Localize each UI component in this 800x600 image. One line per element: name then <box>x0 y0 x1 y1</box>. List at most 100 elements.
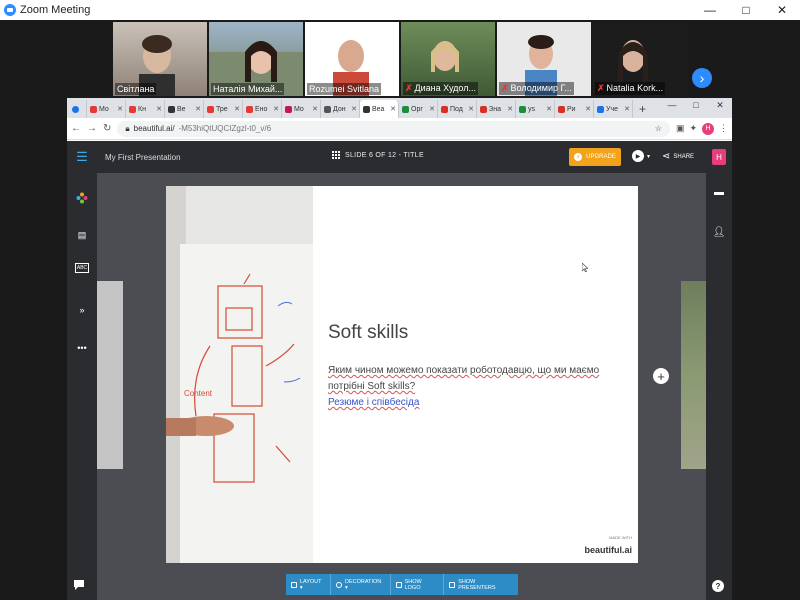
browser-maximize-button[interactable]: □ <box>684 100 708 111</box>
play-button[interactable]: ▶ ▾ <box>632 150 650 162</box>
comment-icon[interactable]: ▬ <box>712 185 726 199</box>
next-participants-button[interactable]: › <box>692 68 712 88</box>
browser-minimize-button[interactable]: — <box>660 100 684 111</box>
tab-close-icon[interactable]: ✕ <box>507 105 513 113</box>
tab-close-icon[interactable]: ✕ <box>546 105 552 113</box>
tab-close-icon[interactable]: ✕ <box>234 105 240 113</box>
text-icon[interactable]: ABC <box>75 263 89 273</box>
maximize-button[interactable]: □ <box>728 0 764 20</box>
participant-tile[interactable]: ✗ Володимир Г... <box>497 22 591 96</box>
muted-mic-icon: ✗ <box>501 83 509 93</box>
participant-tile[interactable]: Світлана <box>113 22 207 96</box>
bolt-icon: ⚡︎ <box>574 153 583 161</box>
layout-icon[interactable]: ▤ <box>75 228 89 242</box>
tab-close-icon[interactable]: ✕ <box>312 105 318 113</box>
browser-tab[interactable]: Мо ✕ <box>87 100 126 118</box>
participant-tile[interactable]: ✗ Natalia Kork... <box>593 22 687 96</box>
tab-close-icon[interactable]: ✕ <box>429 105 435 113</box>
tab-favicon-icon <box>480 105 487 113</box>
chrome-tab-search[interactable] <box>69 100 87 118</box>
slide-text-area: Soft skills Яким чином можемо показати р… <box>328 186 628 563</box>
url-field[interactable]: 🔒︎ beautiful.ai/-M53hiQtUQCIZgzl-t0_v/6 … <box>117 120 670 137</box>
browser-close-button[interactable]: ✕ <box>708 100 732 111</box>
tab-close-icon[interactable]: ✕ <box>195 105 201 113</box>
layout-dropdown[interactable]: LAYOUT ▾ <box>286 574 332 595</box>
upgrade-button[interactable]: ⚡︎ UPGRADE <box>569 148 621 166</box>
new-tab-button[interactable]: + <box>633 100 652 118</box>
add-slide-button[interactable]: + <box>653 368 669 384</box>
help-icon[interactable]: ? <box>712 580 724 592</box>
next-slide-thumbnail[interactable] <box>681 281 706 469</box>
kebab-menu-icon[interactable]: ⋮ <box>719 123 728 134</box>
brand-logo: beautiful.ai <box>584 545 632 555</box>
hamburger-menu-icon[interactable]: ☰ <box>67 141 97 173</box>
tab-close-icon[interactable]: ✕ <box>117 105 123 113</box>
svg-text:Content: Content <box>184 389 213 398</box>
browser-tab[interactable]: ys ✕ <box>516 100 555 118</box>
puzzle-icon[interactable]: ✦ <box>689 123 697 134</box>
tab-label: Ри <box>567 105 576 113</box>
tab-close-icon[interactable]: ✕ <box>351 105 357 113</box>
close-button[interactable]: ✕ <box>764 0 800 20</box>
slide-heading[interactable]: Soft skills <box>328 322 408 344</box>
palette-icon <box>336 581 343 588</box>
zoom-window-controls: — □ ✕ <box>692 0 800 20</box>
more-icon[interactable]: ••• <box>75 341 89 355</box>
slide-indicator[interactable]: SLIDE 6 OF 12 - TITLE <box>332 151 424 159</box>
beautiful-ai-editor: ☰ My First Presentation SLIDE 6 OF 12 - … <box>67 141 732 600</box>
browser-tab[interactable]: Ри ✕ <box>555 100 594 118</box>
browser-tab[interactable]: Зна ✕ <box>477 100 516 118</box>
tab-close-icon[interactable]: ✕ <box>390 105 396 113</box>
tab-favicon-icon <box>90 105 97 113</box>
browser-tab[interactable]: Кн ✕ <box>126 100 165 118</box>
brand-watermark: MADE WITH beautiful.ai <box>584 535 632 558</box>
browser-tab[interactable]: Ено ✕ <box>243 100 282 118</box>
star-icon[interactable]: ☆ <box>655 124 662 133</box>
browser-tab-active[interactable]: Bea ✕ <box>360 100 399 118</box>
chat-icon[interactable] <box>73 579 85 591</box>
previous-slide-thumbnail[interactable] <box>97 281 123 469</box>
participant-tile[interactable]: ✗ Диана Худол... <box>401 22 495 96</box>
fast-forward-icon[interactable]: » <box>75 303 89 317</box>
show-logo-label: SHOW LOGO <box>404 578 422 591</box>
tab-favicon-icon <box>441 105 448 113</box>
share-button[interactable]: ⋖ SHARE <box>662 151 694 162</box>
back-arrow-icon[interactable]: ← <box>71 123 81 134</box>
browser-tab[interactable]: Уче ✕ <box>594 100 633 118</box>
reload-icon[interactable]: ↻ <box>103 123 111 134</box>
current-slide[interactable]: Content Soft skills Яким чином можемо по… <box>166 186 638 563</box>
tab-favicon-icon <box>207 105 214 113</box>
theme-palette-icon[interactable] <box>75 191 89 205</box>
tab-close-icon[interactable]: ✕ <box>585 105 591 113</box>
participant-tile[interactable]: Rozumei Svitlana <box>305 22 399 96</box>
browser-tab[interactable]: Тре ✕ <box>204 100 243 118</box>
browser-tab[interactable]: Под ✕ <box>438 100 477 118</box>
tab-close-icon[interactable]: ✕ <box>624 105 630 113</box>
browser-tab[interactable]: Мо ✕ <box>282 100 321 118</box>
show-presenters-toggle[interactable]: SHOW PRESENTERS <box>444 574 518 595</box>
participant-tile[interactable]: Наталія Михай... <box>209 22 303 96</box>
tab-close-icon[interactable]: ✕ <box>273 105 279 113</box>
tab-favicon-icon <box>168 105 175 113</box>
slide-body[interactable]: Яким чином можемо показати роботодавцю, … <box>328 363 628 411</box>
browser-tab[interactable]: Be ✕ <box>165 100 204 118</box>
add-user-icon[interactable]: 👤︎ <box>712 225 726 239</box>
minimize-button[interactable]: — <box>692 0 728 20</box>
forward-arrow-icon[interactable]: → <box>87 123 97 134</box>
participant-strip: Світлана Наталія Михай... Rozumei Svitla… <box>0 20 800 98</box>
show-logo-toggle[interactable]: SHOW LOGO <box>391 574 445 595</box>
tab-close-icon[interactable]: ✕ <box>156 105 162 113</box>
tab-close-icon[interactable]: ✕ <box>468 105 474 113</box>
play-icon: ▶ <box>632 150 644 162</box>
profile-avatar[interactable]: H <box>702 122 714 135</box>
user-avatar[interactable]: H <box>712 149 726 165</box>
participant-name: Світлана <box>115 83 157 95</box>
tab-label: Кн <box>138 105 146 113</box>
browser-window: Мо ✕ Кн ✕ Be ✕ Тре ✕ Ено ✕ Мо ✕ Дон ✕ Bea ✕ Орг ✕… <box>67 98 732 600</box>
browser-tab[interactable]: Орг ✕ <box>399 100 438 118</box>
decoration-dropdown[interactable]: DECORATION ▾ <box>331 574 391 595</box>
extension-icon[interactable]: ▣ <box>676 123 685 134</box>
tab-bar: Мо ✕ Кн ✕ Be ✕ Тре ✕ Ено ✕ Мо ✕ Дон ✕ Bea ✕ Орг ✕… <box>67 98 732 118</box>
browser-tab[interactable]: Дон ✕ <box>321 100 360 118</box>
presentation-title[interactable]: My First Presentation <box>105 153 181 162</box>
